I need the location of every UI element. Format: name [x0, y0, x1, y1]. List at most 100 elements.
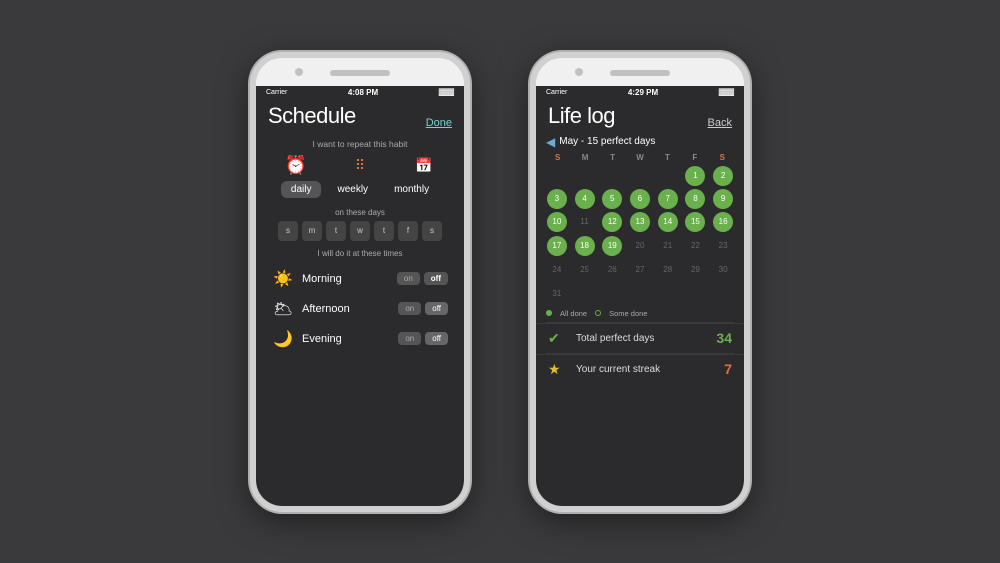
month-label: May - 15 perfect days	[559, 136, 655, 147]
cal-hdr-w: W	[626, 153, 653, 162]
tab-icon-row: ⏰ ⠿ 📅	[256, 155, 464, 177]
morning-label: Morning	[302, 273, 389, 285]
tab-daily[interactable]: daily	[281, 181, 322, 198]
done-button[interactable]: Done	[426, 117, 452, 129]
perfect-days-value: 34	[716, 330, 732, 346]
streak-label: Your current streak	[576, 364, 716, 375]
dots-icon: ⠿	[349, 155, 371, 177]
repeat-label: I want to repeat this habit	[256, 139, 464, 149]
lifelog-title: Life log	[548, 103, 615, 129]
days-label: on these days	[256, 208, 464, 217]
checkmark-icon: ✔	[548, 330, 568, 347]
cal-cell[interactable]: 31	[544, 283, 570, 305]
streak-value: 7	[724, 361, 732, 377]
cal-cell[interactable]: 29	[683, 259, 709, 281]
morning-off[interactable]: off	[424, 272, 448, 285]
day-t1[interactable]: t	[326, 221, 346, 241]
cal-cell[interactable]: 7	[658, 189, 678, 209]
schedule-screen: Carrier 4:08 PM ▓▓▓ Schedule Done I want…	[256, 86, 464, 506]
clock-icon: ⏰	[285, 155, 307, 177]
afternoon-row: 🌥 Afternoon on off	[256, 294, 464, 324]
cal-cell[interactable]: 16	[713, 212, 733, 232]
cal-cell[interactable]: 28	[655, 259, 681, 281]
cal-cell[interactable]: 12	[602, 212, 622, 232]
day-w[interactable]: w	[350, 221, 370, 241]
day-m[interactable]: m	[302, 221, 322, 241]
cal-cell[interactable]: 11	[572, 211, 598, 233]
cal-cell	[710, 283, 736, 305]
some-done-circle	[595, 310, 601, 316]
evening-off[interactable]: off	[425, 332, 448, 345]
evening-row: 🌙 Evening on off	[256, 324, 464, 354]
all-done-dot	[546, 310, 552, 316]
calendar: S M T W T F S 12345678910111213141516171…	[536, 153, 744, 305]
phone-lifelog: Carrier 4:29 PM ▓▓▓ Life log Back ◀ May …	[530, 52, 750, 512]
days-row: s m t w t f s	[256, 221, 464, 241]
cal-cell	[655, 283, 681, 305]
cal-cell[interactable]: 4	[575, 189, 595, 209]
cal-cell[interactable]: 18	[575, 236, 595, 256]
afternoon-toggle: on off	[398, 302, 448, 315]
cal-cell[interactable]: 2	[713, 166, 733, 186]
phone-schedule: Carrier 4:08 PM ▓▓▓ Schedule Done I want…	[250, 52, 470, 512]
cal-cell	[627, 165, 653, 187]
cal-cell[interactable]: 17	[547, 236, 567, 256]
day-s2[interactable]: s	[422, 221, 442, 241]
cal-cell[interactable]: 5	[602, 189, 622, 209]
perfect-days-row: ✔ Total perfect days 34	[536, 323, 744, 353]
prev-month-arrow[interactable]: ◀	[546, 135, 555, 149]
perfect-days-label: Total perfect days	[576, 333, 708, 344]
cal-cell[interactable]: 19	[602, 236, 622, 256]
carrier-1: Carrier	[266, 89, 287, 96]
cal-cell[interactable]: 20	[627, 235, 653, 257]
cal-cell[interactable]: 9	[713, 189, 733, 209]
morning-on[interactable]: on	[397, 272, 420, 285]
cal-cell[interactable]: 14	[658, 212, 678, 232]
time-2: 4:29 PM	[628, 88, 658, 97]
cal-cell[interactable]: 22	[683, 235, 709, 257]
weekly-icon: ⠿	[349, 155, 371, 177]
carrier-2: Carrier	[546, 89, 567, 96]
schedule-content: Schedule Done I want to repeat this habi…	[256, 99, 464, 506]
afternoon-icon: 🌥	[272, 299, 294, 319]
cal-cell[interactable]: 23	[710, 235, 736, 257]
cal-hdr-f: F	[681, 153, 708, 162]
day-s1[interactable]: s	[278, 221, 298, 241]
cal-cell[interactable]: 25	[572, 259, 598, 281]
afternoon-off[interactable]: off	[425, 302, 448, 315]
tab-weekly[interactable]: weekly	[327, 181, 378, 198]
cal-cell[interactable]: 24	[544, 259, 570, 281]
cal-grid: 1234567891011121314151617181920212223242…	[544, 165, 736, 305]
time-1: 4:08 PM	[348, 88, 378, 97]
cal-cell	[683, 283, 709, 305]
morning-row: ☀️ Morning on off	[256, 264, 464, 294]
tab-monthly[interactable]: monthly	[384, 181, 439, 198]
cal-cell[interactable]: 3	[547, 189, 567, 209]
evening-label: Evening	[302, 333, 390, 345]
star-icon: ★	[548, 361, 568, 378]
cal-cell[interactable]: 27	[627, 259, 653, 281]
cal-cell[interactable]: 1	[685, 166, 705, 186]
daily-icon: ⏰	[285, 155, 307, 177]
battery-1: ▓▓▓	[439, 89, 454, 96]
cal-cell	[572, 165, 598, 187]
status-bar-1: Carrier 4:08 PM ▓▓▓	[256, 86, 464, 99]
back-button[interactable]: Back	[708, 117, 732, 129]
cal-cell	[627, 283, 653, 305]
evening-on[interactable]: on	[398, 332, 421, 345]
day-t2[interactable]: t	[374, 221, 394, 241]
calendar-icon: 📅	[413, 155, 435, 177]
evening-icon: 🌙	[272, 329, 294, 349]
cal-cell[interactable]: 26	[599, 259, 625, 281]
cal-cell[interactable]: 15	[685, 212, 705, 232]
cal-cell[interactable]: 8	[685, 189, 705, 209]
cal-cell[interactable]: 6	[630, 189, 650, 209]
afternoon-on[interactable]: on	[398, 302, 421, 315]
cal-cell[interactable]: 10	[547, 212, 567, 232]
cal-cell[interactable]: 13	[630, 212, 650, 232]
cal-cell[interactable]: 21	[655, 235, 681, 257]
day-f[interactable]: f	[398, 221, 418, 241]
cal-hdr-s2: S	[709, 153, 736, 162]
cal-cell[interactable]: 30	[710, 259, 736, 281]
schedule-navbar: Schedule Done	[256, 99, 464, 135]
